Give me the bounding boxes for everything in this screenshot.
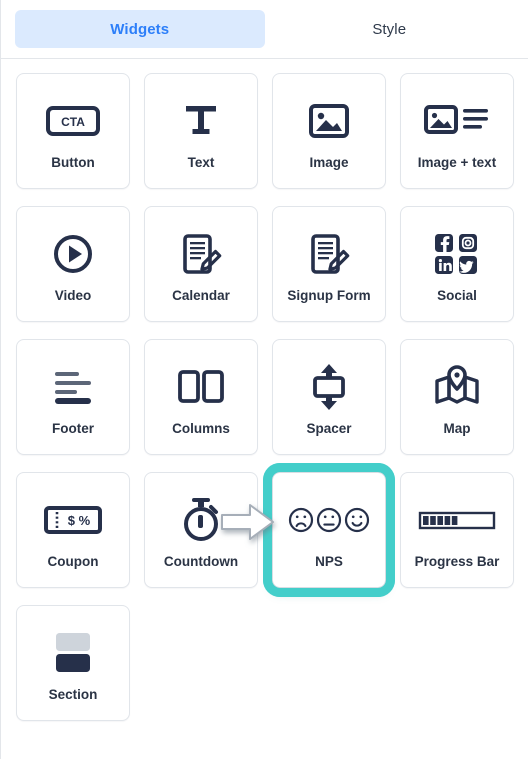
widget-card-label: Calendar — [172, 287, 230, 303]
widget-card-image[interactable]: Image — [272, 73, 386, 189]
image-text-icon — [424, 93, 490, 149]
facebook-icon — [435, 233, 453, 252]
widget-card-coupon[interactable]: $ % Coupon — [16, 472, 130, 588]
progress-bar-icon — [418, 492, 496, 548]
widget-card-label: Social — [437, 287, 477, 303]
widget-card-label: Countdown — [163, 553, 239, 569]
cta-button-icon: CTA — [45, 93, 101, 149]
linkedin-icon — [435, 255, 453, 274]
widget-card-label: Button — [51, 154, 95, 170]
document-pencil-icon — [179, 226, 223, 282]
widget-card-image-text[interactable]: Image + text — [400, 73, 514, 189]
stopwatch-icon — [178, 492, 224, 548]
instagram-icon — [459, 233, 477, 252]
text-t-icon — [179, 93, 223, 149]
widget-card-label: Image — [309, 154, 349, 170]
widget-card-label: NPS — [315, 553, 343, 569]
widget-card-video[interactable]: Video — [16, 206, 130, 322]
widget-card-spacer[interactable]: Spacer — [272, 339, 386, 455]
tab-style-label: Style — [372, 20, 407, 38]
widget-card-label: Section — [48, 686, 98, 702]
widget-card-label: Text — [187, 154, 215, 170]
coupon-icon: $ % — [43, 492, 103, 548]
section-blocks-icon — [48, 625, 98, 681]
sad-face-icon — [288, 507, 314, 532]
neutral-face-icon — [316, 507, 342, 532]
widget-card-label: Progress Bar — [414, 553, 500, 569]
widget-card-section[interactable]: Section — [16, 605, 130, 721]
widget-card-label: Spacer — [306, 420, 352, 436]
widget-card-footer[interactable]: Footer — [16, 339, 130, 455]
widget-card-countdown[interactable]: Countdown — [144, 472, 258, 588]
spacer-arrows-icon — [307, 359, 351, 415]
panel-tabbar: Widgets Style — [1, 0, 528, 59]
widget-card-label: Coupon — [47, 553, 99, 569]
widget-card-label: Image + text — [417, 154, 497, 170]
nps-faces-icon — [288, 492, 370, 548]
widget-card-columns[interactable]: Columns — [144, 339, 258, 455]
tab-style[interactable]: Style — [265, 10, 515, 48]
widget-card-social[interactable]: Social — [400, 206, 514, 322]
widget-card-progress-bar[interactable]: Progress Bar — [400, 472, 514, 588]
play-circle-icon — [51, 226, 95, 282]
widget-card-signup-form[interactable]: Signup Form — [272, 206, 386, 322]
columns-icon — [177, 359, 225, 415]
widget-card-label: Video — [54, 287, 92, 303]
image-icon — [308, 93, 350, 149]
widget-card-label: Map — [443, 420, 471, 436]
widget-card-label: Columns — [172, 420, 230, 436]
footer-lines-icon — [49, 359, 97, 415]
social-icons — [433, 226, 481, 282]
widget-card-map[interactable]: Map — [400, 339, 514, 455]
twitter-icon — [459, 255, 477, 274]
widget-card-calendar[interactable]: Calendar — [144, 206, 258, 322]
tab-widgets-label: Widgets — [110, 20, 170, 38]
widget-card-label: Signup Form — [287, 287, 371, 303]
widget-card-nps[interactable]: NPS — [263, 463, 395, 597]
widgets-panel: Widgets Style CTA Button Text Image Imag… — [0, 0, 528, 759]
widget-card-button[interactable]: CTA Button — [16, 73, 130, 189]
coupon-icon-text: $ % — [68, 513, 91, 528]
widget-card-text[interactable]: Text — [144, 73, 258, 189]
cta-icon-text: CTA — [61, 115, 85, 129]
tab-widgets[interactable]: Widgets — [15, 10, 265, 48]
widget-card-label: Footer — [52, 420, 94, 436]
widget-grid: CTA Button Text Image Image + text Video… — [1, 59, 528, 721]
happy-face-icon — [344, 507, 370, 532]
map-pin-icon — [433, 359, 481, 415]
document-pencil-icon — [307, 226, 351, 282]
